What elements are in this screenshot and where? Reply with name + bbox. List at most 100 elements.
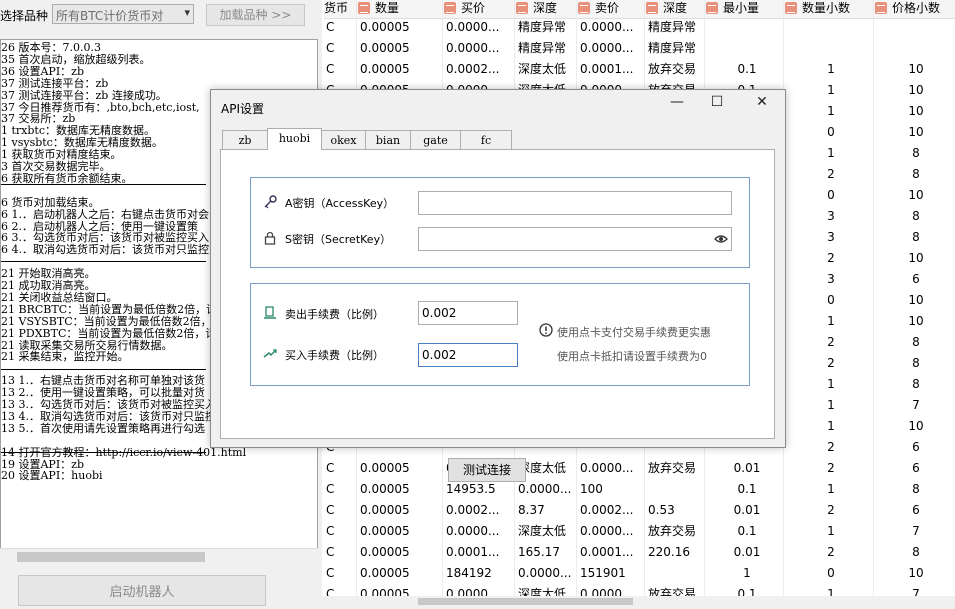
tab-fc[interactable]: fc xyxy=(460,130,512,149)
log-separator xyxy=(1,261,206,262)
symbol-select[interactable]: 所有BTC计价货币对 ▾ xyxy=(52,4,194,24)
table-cell: 0.01 xyxy=(733,545,761,559)
table-row[interactable]: C 0.00005 0.0002... 8.37 0.0002... 0.53 0.01 2 6 xyxy=(322,500,955,521)
tab-zb[interactable]: zb xyxy=(222,130,268,149)
table-cell: 0.1 xyxy=(737,524,757,538)
table-cell: 0 xyxy=(827,293,835,307)
table-cell: 8.37 xyxy=(518,503,545,517)
table-cell: 2 xyxy=(827,251,835,265)
table-cell: 0.0000... xyxy=(518,482,572,496)
tab-huobi[interactable]: huobi xyxy=(267,128,322,150)
log-separator xyxy=(1,452,206,453)
chevron-down-icon: ▾ xyxy=(184,6,190,19)
table-row[interactable]: C0.000050.0000...深度太低0.0000...放弃交易0.0126 xyxy=(322,458,955,479)
table-cell: 3 xyxy=(827,209,835,223)
log-horizontal-scrollbar[interactable] xyxy=(0,548,318,566)
table-cell: 7 xyxy=(912,524,920,538)
table-cell: 0.0000... xyxy=(446,524,500,538)
log-separator xyxy=(1,184,206,185)
table-cell: 2 xyxy=(827,335,835,349)
table-cell: 2 xyxy=(827,356,835,370)
table-cell: 220.16 xyxy=(648,545,690,559)
table-row[interactable]: C 0.00005 184192 0.0000... 151901 1 0 10 xyxy=(322,563,955,584)
tab-gate[interactable]: gate xyxy=(410,130,461,149)
table-cell: 2 xyxy=(827,167,835,181)
table-cell: 0.0002... xyxy=(446,503,500,517)
minimize-icon[interactable]: — xyxy=(667,94,687,110)
log-scroll-thumb[interactable] xyxy=(17,552,205,562)
fee-note-1: 使用点卡支付交易手续费更实惠 xyxy=(557,326,711,339)
sell-fee-input[interactable]: 0.002 xyxy=(418,301,518,325)
tab-bian[interactable]: bian xyxy=(365,130,411,149)
table-cell: 0.0001... xyxy=(580,545,634,559)
eye-icon[interactable] xyxy=(714,232,728,246)
table-cell: 0.0000... xyxy=(446,20,500,34)
buy-fee-input[interactable]: 0.002 xyxy=(418,343,518,367)
log-line: 13 5.．首次使用请先设置策略再进行勾选 xyxy=(1,421,205,435)
test-connection-button[interactable]: 测试连接 xyxy=(448,458,526,482)
table-cell: 10 xyxy=(908,125,924,139)
table-cell: C xyxy=(326,62,335,76)
table-row[interactable]: C 0.00005 0.0000... 精度异常 0.0000... 精度异常 xyxy=(322,17,955,38)
table-cell: 14953.5 xyxy=(446,482,496,496)
table-cell: 0.00005 xyxy=(360,524,410,538)
table-cell: 精度异常 xyxy=(648,20,697,34)
table-cell: 100 xyxy=(580,482,603,496)
table-cell: 1 xyxy=(827,146,835,160)
log-line: 21 BRCBTC：当前设置为最低倍数2倍，请重 xyxy=(1,302,229,316)
log-separator xyxy=(1,369,206,370)
table-cell: 1 xyxy=(743,566,751,580)
access-key-input[interactable] xyxy=(418,191,732,215)
table-cell: 0.0000... xyxy=(580,461,634,475)
lock-icon xyxy=(264,231,276,245)
table-cell: 8 xyxy=(912,167,920,181)
column-icon xyxy=(516,2,528,14)
fee-note-2: 使用点卡抵扣请设置手续费为0 xyxy=(557,350,707,363)
column-icon xyxy=(444,2,456,14)
table-cell: 10 xyxy=(908,419,924,433)
dialog-title: API设置 xyxy=(221,102,264,116)
table-cell: 3 xyxy=(827,272,835,286)
start-robot-button[interactable]: 启动机器人 xyxy=(18,575,266,606)
maximize-icon[interactable]: ☐ xyxy=(707,94,727,110)
table-cell: 10 xyxy=(908,104,924,118)
grid-header-label: 深度 xyxy=(533,1,558,15)
table-row[interactable]: C 0.00005 0.0002... 深度太低 0.0001... 放弃交易 0.1 1 10 xyxy=(322,59,955,80)
table-cell: 0.1 xyxy=(737,482,757,496)
symbol-select-value: 所有BTC计价货币对 xyxy=(56,9,164,23)
table-cell: 0 xyxy=(827,566,835,580)
table-cell: 0.0001... xyxy=(446,545,500,559)
table-cell: 1 xyxy=(827,524,835,538)
table-cell: 精度异常 xyxy=(518,41,567,55)
api-settings-dialog: API设置 — ☐ ✕ zb huobi okex bian gate fc A密钥（Ac… xyxy=(210,89,786,482)
load-symbols-button[interactable]: 加载品种 >> xyxy=(206,4,305,26)
tab-okex[interactable]: okex xyxy=(321,130,366,149)
table-cell: 10 xyxy=(908,188,924,202)
secret-key-input[interactable] xyxy=(418,227,732,251)
sell-fee-label: 卖出手续费（比例） xyxy=(285,308,384,321)
table-cell: C xyxy=(326,545,335,559)
grid-scroll-thumb[interactable] xyxy=(418,598,633,605)
grid-header-label: 卖价 xyxy=(595,1,620,15)
table-row[interactable]: C 0.00005 14953.5 0.0000... 100 0.1 1 8 xyxy=(322,479,955,500)
table-cell: 深度太低 xyxy=(518,524,567,538)
table-cell: 0.1 xyxy=(737,62,757,76)
column-icon xyxy=(646,2,658,14)
table-cell: 2 xyxy=(827,440,835,454)
table-cell: 深度太低 xyxy=(518,461,567,475)
table-row[interactable]: C 0.00005 0.0000... 深度太低 0.0000... 放弃交易 0.1 1 7 xyxy=(322,521,955,542)
grid-header-label: 买价 xyxy=(461,1,486,15)
table-cell: 10 xyxy=(908,251,924,265)
table-cell: 0.00005 xyxy=(360,482,410,496)
grid-header-label: 最小量 xyxy=(723,1,760,15)
table-cell: 放弃交易 xyxy=(648,461,697,475)
table-row[interactable]: C 0.00005 0.0000... 精度异常 0.0000... 精度异常 xyxy=(322,38,955,59)
close-icon[interactable]: ✕ xyxy=(752,94,772,110)
table-cell: 6 xyxy=(912,272,920,286)
table-cell: 精度异常 xyxy=(648,41,697,55)
grid-horizontal-scrollbar[interactable] xyxy=(322,596,955,606)
select-label: 选择品种 xyxy=(0,9,49,23)
access-key-label: A密钥（AccessKey） xyxy=(285,197,395,210)
log-line: 21 VSYSBTC：当前设置为最低倍数2倍，请重 xyxy=(1,314,234,328)
table-row[interactable]: C 0.00005 0.0001... 165.17 0.0001... 220.16 0.… xyxy=(322,542,955,563)
